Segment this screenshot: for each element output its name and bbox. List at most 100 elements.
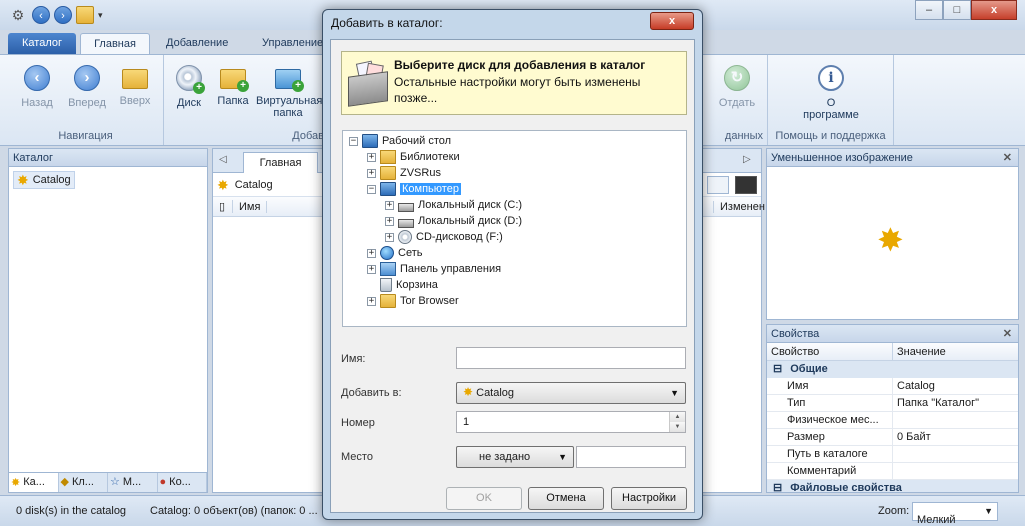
property-row[interactable]: Размер 0 Байт — [767, 429, 1018, 446]
up-button[interactable]: Вверх — [112, 61, 158, 107]
property-row[interactable]: Имя Catalog — [767, 378, 1018, 395]
catalog-tab-label: Ка... — [23, 476, 45, 488]
tab-add[interactable]: Добавление — [156, 33, 238, 54]
dialog-body: Выберите диск для добавления в каталог О… — [330, 39, 695, 513]
category-general[interactable]: ⊟ Общие — [767, 361, 1018, 378]
thumbnail-view-icon[interactable] — [735, 175, 757, 194]
folder-icon — [380, 294, 396, 308]
number-spinner[interactable]: ▲ ▼ — [669, 412, 685, 432]
place-extra-input[interactable] — [576, 446, 686, 468]
expand-icon[interactable]: + — [385, 200, 394, 210]
desktop-icon — [362, 134, 378, 148]
tab-scroll-right-icon[interactable]: ▷ — [743, 154, 751, 165]
forward-button[interactable]: › Вперед — [64, 61, 110, 109]
tab-manage[interactable]: Управление — [252, 33, 333, 54]
tree-node[interactable]: + Библиотеки — [367, 149, 460, 165]
add-folder-label: Папка — [217, 95, 249, 107]
tree-node[interactable]: + Локальный диск (D:) — [385, 213, 522, 229]
back-button[interactable]: ‹ Назад — [14, 61, 60, 109]
property-row[interactable]: Комментарий — [767, 463, 1018, 480]
tab-home-content[interactable]: Главная — [243, 152, 318, 173]
tree-node[interactable]: + Панель управления — [367, 261, 501, 277]
spin-up-icon[interactable]: ▲ — [670, 412, 685, 422]
add-disc-label: Диск — [177, 97, 201, 109]
tree-node-label: Локальный диск (C:) — [418, 199, 523, 211]
collapse-icon[interactable]: ⊟ — [773, 361, 782, 378]
add-disc-button[interactable]: + Диск — [166, 61, 212, 109]
tab-catalog-panel[interactable]: ✸ Ка... — [9, 473, 59, 492]
maximize-button[interactable]: □ — [943, 0, 971, 20]
add-to-select[interactable]: ✸ Catalog ▼ — [456, 382, 686, 404]
view-mode-icon[interactable] — [707, 175, 729, 194]
settings-button[interactable]: Настройки — [611, 487, 687, 510]
drive-tree[interactable]: − Рабочий стол + Библиотеки + ZVSRus − Компьюте… — [342, 130, 687, 327]
property-row[interactable]: Путь в каталоге — [767, 446, 1018, 463]
window-close-button[interactable]: x — [971, 0, 1017, 20]
tab-home[interactable]: Главная — [80, 33, 150, 54]
property-row[interactable]: Тип Папка "Каталог" — [767, 395, 1018, 412]
tab-scroll-left-icon[interactable]: ◁ — [219, 154, 227, 165]
add-virtual-folder-button[interactable]: + Виртуальная папка — [256, 61, 323, 119]
about-button[interactable]: i О программе — [798, 61, 864, 121]
place-select[interactable]: не задано ▼ — [456, 446, 574, 468]
quick-back-icon[interactable]: ‹ — [32, 6, 50, 24]
category-file-properties[interactable]: ⊟ Файловые свойства — [767, 480, 1018, 492]
tab-catalog[interactable]: Каталог — [8, 33, 76, 54]
ok-button[interactable]: OK — [446, 487, 522, 510]
tree-node[interactable]: + CD-дисковод (F:) — [385, 229, 503, 245]
expand-icon[interactable]: + — [385, 232, 394, 242]
quick-folder-icon[interactable] — [76, 6, 94, 24]
tree-node-label: Tor Browser — [400, 295, 459, 307]
tab-marks-panel[interactable]: ☆ М... — [108, 473, 158, 492]
properties-panel-close-icon[interactable]: ✕ — [1003, 325, 1012, 343]
app-icon[interactable]: ⚙ — [8, 6, 28, 24]
expand-icon[interactable]: + — [367, 152, 376, 162]
zoom-dropdown-icon: ▼ — [984, 506, 993, 516]
minimize-button[interactable]: – — [915, 0, 943, 20]
give-button[interactable]: ↻ Отдать — [714, 61, 760, 109]
tree-node[interactable]: Корзина — [367, 277, 438, 293]
column-name[interactable]: Имя — [233, 200, 268, 213]
property-key: Тип — [767, 395, 893, 411]
tree-node[interactable]: + ZVSRus — [367, 165, 441, 181]
dialog-close-button[interactable]: x — [650, 12, 694, 30]
disc-icon: + — [176, 65, 205, 94]
quick-forward-icon[interactable]: › — [54, 6, 72, 24]
add-folder-button[interactable]: + Папка — [210, 61, 256, 107]
place-dropdown-icon: ▼ — [558, 452, 567, 462]
collapse-icon[interactable]: ⊟ — [773, 480, 782, 492]
tree-node[interactable]: − Рабочий стол — [349, 133, 451, 149]
property-value: 0 Байт — [897, 431, 931, 443]
cancel-button[interactable]: Отмена — [528, 487, 604, 510]
expand-icon[interactable]: + — [367, 248, 376, 258]
column-modified[interactable]: Изменен — [713, 200, 772, 213]
expand-icon[interactable]: + — [367, 264, 376, 274]
tree-node[interactable]: − Компьютер — [367, 181, 461, 197]
tab-keys-panel[interactable]: ◆ Кл... — [59, 473, 108, 492]
tab-collections-panel[interactable]: ● Ко... — [158, 473, 207, 492]
banner-text: Остальные настройки могут быть изменены … — [394, 75, 641, 105]
catalog-root-node[interactable]: ✸ Catalog — [13, 171, 75, 189]
collapse-icon[interactable]: − — [367, 184, 376, 194]
number-input[interactable]: 1 ▲ ▼ — [456, 411, 686, 433]
collapse-icon[interactable]: − — [349, 136, 358, 146]
thumbnail-panel-close-icon[interactable]: ✕ — [1003, 149, 1012, 167]
properties-panel-header: Свойства ✕ — [767, 325, 1018, 343]
quick-menu-arrow-icon[interactable]: ▾ — [98, 10, 108, 21]
zoom-select[interactable]: Мелкий ▼ — [912, 502, 998, 526]
tree-node[interactable]: + Сеть — [367, 245, 422, 261]
number-label: Номер — [341, 417, 375, 429]
property-row[interactable]: Физическое мес... — [767, 412, 1018, 429]
property-rows: Имя Catalog Тип Папка "Каталог" Физическое м… — [767, 378, 1018, 480]
expand-icon[interactable]: + — [367, 296, 376, 306]
add-virtual-folder-label: Виртуальная папка — [256, 95, 323, 119]
tree-node[interactable]: + Локальный диск (C:) — [385, 197, 522, 213]
expand-icon[interactable]: + — [385, 216, 394, 226]
tree-node[interactable]: + Tor Browser — [367, 293, 459, 309]
zoom-label: Zoom: — [878, 505, 910, 517]
file-type-column-icon[interactable]: ▯ — [213, 200, 233, 213]
expand-icon[interactable]: + — [367, 168, 376, 178]
spin-down-icon[interactable]: ▼ — [670, 422, 685, 432]
name-input[interactable] — [456, 347, 686, 369]
